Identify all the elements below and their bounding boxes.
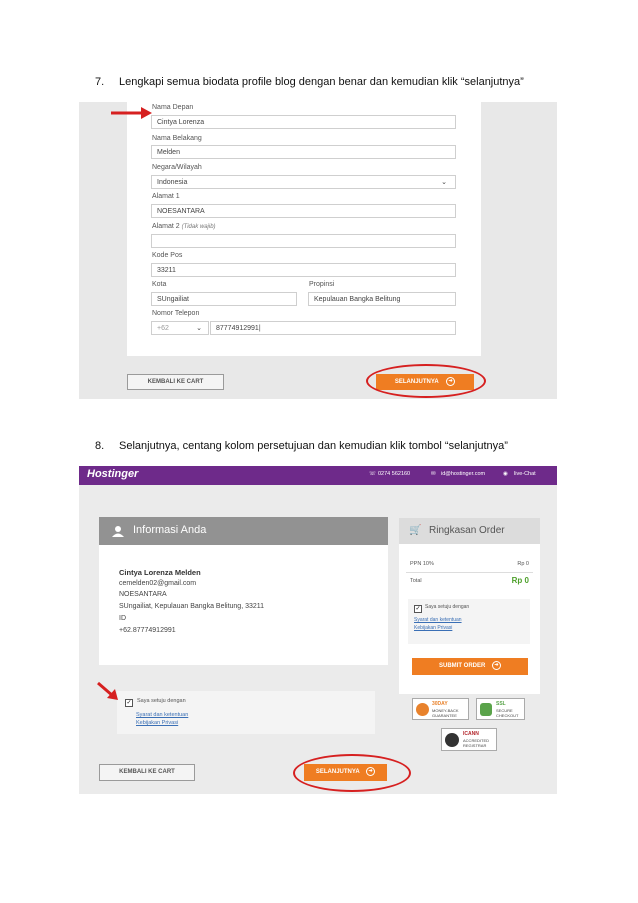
back-to-cart-button[interactable]: KEMBALI KE CART (99, 764, 195, 781)
badge-line1: ICANN (463, 731, 479, 737)
order-summary-body: PPN 10% Rp 0 Total Rp 0 ✓ Saya setuju de… (399, 544, 540, 694)
country-value: Indonesia (157, 179, 188, 186)
total-label: Total (410, 578, 422, 584)
money-back-seal-icon (416, 703, 429, 716)
order-privacy-link[interactable]: Kebijakan Privasi (414, 625, 452, 631)
info-name: Cintya Lorenza Melden (119, 568, 201, 577)
order-agree-text: Saya setuju dengan (425, 604, 470, 610)
terms-link[interactable]: Syarat dan ketentuan (136, 712, 188, 718)
address1-input[interactable]: NOESANTARA (151, 204, 456, 218)
postal-code-input[interactable]: 33211 (151, 263, 456, 277)
top-email[interactable]: id@hostinger.com (441, 471, 485, 477)
info-city: SUngailiat, Kepulauan Bangka Belitung, 3… (119, 603, 265, 610)
info-email: cemelden02@gmail.com (119, 580, 197, 587)
cart-icon: 🛒 (409, 525, 422, 536)
order-summary-title: Ringkasan Order (429, 525, 505, 536)
info-body: Cintya Lorenza Melden cemelden02@gmail.c… (99, 545, 388, 665)
submit-order-label: SUBMIT ORDER (438, 663, 486, 669)
badge-line3: REGISTRAR (463, 743, 487, 748)
city-label: Kota (152, 281, 167, 288)
badge-line3: GUARANTEE (432, 713, 457, 718)
phone-code-value: +62 (157, 325, 169, 332)
arrow-right-icon: ➜ (492, 660, 501, 670)
step-number: 7. (95, 76, 105, 88)
city-input[interactable]: SUngailiat (151, 292, 297, 306)
step-7: 7. Lengkapi semua biodata profile blog d… (95, 76, 615, 90)
hostinger-logo[interactable]: Hostinger (87, 468, 138, 480)
total-value: Rp 0 (511, 576, 529, 585)
top-bar: Hostinger ☏ 0274 562160 ✉ id@hostinger.c… (79, 466, 557, 485)
info-address: NOESANTARA (119, 591, 167, 598)
step-8: 8. Selanjutnya, centang kolom persetujua… (95, 440, 615, 454)
back-to-cart-button[interactable]: KEMBALI KE CART (127, 374, 224, 390)
phone-label: Nomor Telepon (152, 310, 200, 317)
order-summary-header: 🛒 Ringkasan Order (399, 518, 540, 544)
phone-icon: ☏ (369, 471, 376, 477)
address2-label-text: Alamat 2 (152, 223, 180, 230)
agree-checkbox[interactable]: ✓ (125, 699, 133, 707)
province-input[interactable]: Kepulauan Bangka Belitung (308, 292, 456, 306)
checkout-screenshot: Hostinger ☏ 0274 562160 ✉ id@hostinger.c… (79, 466, 557, 794)
step-text: Lengkapi semua biodata profile blog deng… (119, 76, 524, 88)
info-country: ID (119, 615, 126, 622)
shield-icon (480, 703, 492, 716)
country-select[interactable]: Indonesia ⌄ (151, 175, 456, 189)
mail-icon: ✉ (431, 471, 436, 477)
order-agree-checkbox[interactable]: ✓ (414, 605, 422, 613)
badge-line1: SSL (496, 701, 506, 707)
badge-line3: CHECKOUT (496, 713, 519, 718)
profile-form-screenshot: Nama Depan Cintya Lorenza Nama Belakang … (79, 102, 557, 399)
phone-number-input[interactable]: 87774912991| (210, 321, 456, 335)
address1-label: Alamat 1 (152, 193, 180, 200)
country-label: Negara/Wilayah (152, 164, 202, 171)
ppn-label: PPN 10% (410, 561, 434, 567)
ppn-value: Rp 0 (517, 561, 529, 567)
money-back-badge: 30DAY MONEY-BACK GUARANTEE (412, 698, 469, 720)
last-name-input[interactable]: Melden (151, 145, 456, 159)
agree-text: Saya setuju dengan (137, 698, 186, 704)
address2-input[interactable] (151, 234, 456, 248)
step-number: 8. (95, 440, 105, 452)
info-header: Informasi Anda (99, 517, 388, 545)
postal-code-label: Kode Pos (152, 252, 183, 259)
badge-line1: 30DAY (432, 701, 448, 707)
province-label: Propinsi (309, 281, 335, 288)
info-phone: +62.87774912991 (119, 627, 176, 634)
privacy-link[interactable]: Kebijakan Privasi (136, 720, 178, 726)
top-live-chat[interactable]: live-Chat (514, 471, 536, 477)
first-name-label: Nama Depan (152, 104, 194, 111)
red-arrow-icon (97, 681, 118, 700)
icann-seal-icon (445, 733, 459, 747)
chat-icon: ◉ (503, 471, 508, 477)
chevron-down-icon: ⌄ (441, 179, 447, 186)
divider (406, 572, 533, 573)
icann-badge: ICANN ACCREDITED REGISTRAR (441, 728, 497, 751)
top-phone[interactable]: 0274 562160 (378, 471, 410, 477)
address2-optional-note: (Tidak wajib) (181, 224, 216, 230)
chevron-down-icon: ⌄ (196, 325, 202, 332)
profile-form: Nama Depan Cintya Lorenza Nama Belakang … (127, 102, 481, 356)
step-text: Selanjutnya, centang kolom persetujuan d… (119, 440, 508, 452)
order-terms-link[interactable]: Syarat dan ketentuan (414, 617, 462, 623)
submit-order-button[interactable]: SUBMIT ORDER ➜ (412, 658, 528, 675)
user-icon (112, 526, 124, 537)
agreement-box: ✓ Saya setuju dengan Syarat dan ketentua… (117, 691, 375, 734)
order-agreement-box: ✓ Saya setuju dengan Syarat dan ketentua… (408, 599, 530, 644)
ssl-badge: SSL SECURE CHECKOUT (476, 698, 525, 720)
phone-code-select[interactable]: +62 ⌄ (151, 321, 209, 335)
red-highlight-circle (366, 364, 486, 398)
info-title: Informasi Anda (133, 524, 207, 536)
red-highlight-circle (293, 754, 411, 792)
last-name-label: Nama Belakang (152, 135, 202, 142)
first-name-input[interactable]: Cintya Lorenza (151, 115, 456, 129)
address2-label: Alamat 2 (Tidak wajib) (152, 223, 216, 230)
red-arrow-icon (111, 107, 152, 119)
